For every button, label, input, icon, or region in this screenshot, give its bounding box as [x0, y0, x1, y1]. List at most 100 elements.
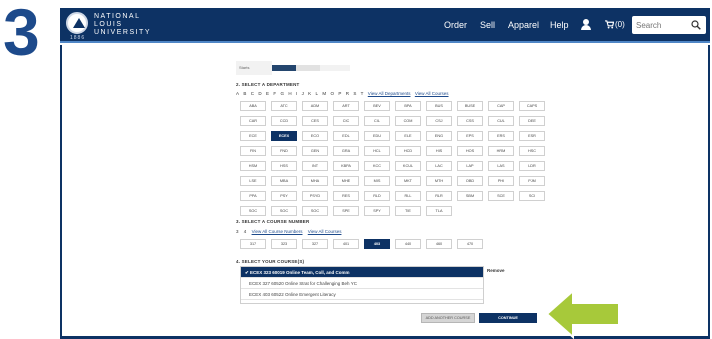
department-cell[interactable]: SPY — [364, 206, 390, 216]
department-cell[interactable]: CAR — [240, 116, 266, 126]
department-cell[interactable]: PSYD — [302, 191, 328, 201]
letter-filter[interactable]: C — [251, 91, 254, 96]
department-cell[interactable]: INT — [302, 161, 328, 171]
course-number-cell[interactable]: 317 — [240, 239, 266, 249]
department-cell[interactable]: RES — [333, 191, 359, 201]
department-cell[interactable]: TLA — [426, 206, 452, 216]
department-cell[interactable]: MHE — [333, 176, 359, 186]
search-box[interactable] — [632, 16, 706, 34]
department-cell[interactable]: CAPS — [519, 101, 545, 111]
department-cell[interactable]: ESR — [519, 131, 545, 141]
university-seal-icon[interactable] — [66, 12, 88, 34]
department-cell[interactable]: SCE — [488, 191, 514, 201]
letter-filter[interactable]: I — [296, 91, 297, 96]
letter-filter[interactable]: P — [338, 91, 341, 96]
department-cell[interactable]: OBD — [457, 176, 483, 186]
department-cell[interactable]: HCL — [364, 146, 390, 156]
department-cell[interactable]: CUL — [488, 116, 514, 126]
department-cell[interactable]: GEN — [302, 146, 328, 156]
department-cell[interactable]: ADM — [302, 101, 328, 111]
view-all-courses-link[interactable]: View All Courses — [415, 91, 449, 96]
department-cell[interactable]: HSC — [519, 146, 545, 156]
department-cell[interactable]: CSJ — [426, 116, 452, 126]
department-cell[interactable]: KCC — [364, 161, 390, 171]
nav-sell[interactable]: Sell — [480, 20, 495, 30]
department-cell[interactable]: KBPA — [333, 161, 359, 171]
department-cell[interactable]: ELE — [395, 131, 421, 141]
department-cell[interactable]: MTH — [426, 176, 452, 186]
department-cell[interactable]: PJM — [519, 176, 545, 186]
department-cell[interactable]: TIE — [395, 206, 421, 216]
term-selector[interactable]: Starts — [236, 61, 356, 75]
search-icon[interactable] — [691, 20, 701, 30]
letter-filter[interactable]: J — [302, 91, 304, 96]
department-cell[interactable]: ATC — [271, 101, 297, 111]
department-cell[interactable]: LAS — [488, 161, 514, 171]
nav-order[interactable]: Order — [444, 20, 467, 30]
view-all-departments-link[interactable]: View All Departments — [368, 91, 411, 96]
department-cell[interactable]: SBM — [457, 191, 483, 201]
course-number-cell-selected[interactable]: 403 — [364, 239, 390, 249]
course-number-cell[interactable]: 460 — [426, 239, 452, 249]
department-cell[interactable]: PHI — [488, 176, 514, 186]
letter-filter[interactable]: F — [273, 91, 276, 96]
digit-filter[interactable]: 4 — [244, 229, 247, 234]
course-number-cell[interactable]: 440 — [395, 239, 421, 249]
letter-filter[interactable]: D — [258, 91, 261, 96]
department-cell[interactable]: BPA — [395, 101, 421, 111]
letter-filter[interactable]: O — [331, 91, 335, 96]
term-segment[interactable] — [320, 65, 350, 71]
department-cell[interactable]: BUS — [426, 101, 452, 111]
view-all-course-numbers-link[interactable]: View All Course Numbers — [252, 229, 303, 234]
department-cell[interactable]: KCUL — [395, 161, 421, 171]
department-cell[interactable]: SOC — [302, 206, 328, 216]
department-cell[interactable]: ART — [333, 101, 359, 111]
department-cell[interactable]: SCI — [519, 191, 545, 201]
letter-filter[interactable]: R — [346, 91, 349, 96]
nav-apparel[interactable]: Apparel — [508, 20, 539, 30]
course-number-cell[interactable]: 323 — [271, 239, 297, 249]
department-cell[interactable]: HOS — [457, 146, 483, 156]
course-list-item[interactable]: ECEX 403 60522 Online Emergent Literacy — [241, 289, 483, 300]
department-cell[interactable]: CES — [302, 116, 328, 126]
department-cell[interactable]: ABA — [240, 101, 266, 111]
letter-filter[interactable]: B — [243, 91, 246, 96]
letter-filter[interactable]: L — [316, 91, 319, 96]
department-cell[interactable]: GRA — [333, 146, 359, 156]
term-segment[interactable] — [296, 65, 320, 71]
cart-icon[interactable] — [605, 20, 614, 29]
department-cell[interactable]: HSM — [240, 161, 266, 171]
add-another-course-button[interactable]: ADD ANOTHER COURSE — [421, 313, 475, 323]
department-cell[interactable]: PPA — [240, 191, 266, 201]
department-cell[interactable]: CCD — [271, 116, 297, 126]
course-number-cell[interactable]: 401 — [333, 239, 359, 249]
cart-count[interactable]: (0) — [615, 20, 625, 29]
search-input[interactable] — [636, 18, 688, 32]
digit-filter[interactable]: 3 — [236, 229, 239, 234]
letter-filter[interactable]: M — [322, 91, 326, 96]
letter-filter[interactable]: A — [236, 91, 239, 96]
department-cell[interactable]: FIN — [240, 146, 266, 156]
department-cell[interactable]: BUSE — [457, 101, 483, 111]
course-list-item[interactable]: ECEX 327 60520 Online Strat for Challeng… — [241, 278, 483, 289]
department-cell[interactable]: PSY — [271, 191, 297, 201]
department-cell[interactable]: COM — [395, 116, 421, 126]
continue-button[interactable]: CONTINUE — [479, 313, 537, 323]
department-cell[interactable]: ENG — [426, 131, 452, 141]
department-cell[interactable]: ECO — [302, 131, 328, 141]
department-cell[interactable]: SPE — [333, 206, 359, 216]
department-cell[interactable]: LDR — [519, 161, 545, 171]
department-cell[interactable]: DEE — [519, 116, 545, 126]
department-cell[interactable]: ECE — [240, 131, 266, 141]
department-cell[interactable]: HSS — [271, 161, 297, 171]
department-cell[interactable]: HCD — [395, 146, 421, 156]
view-all-courses-link[interactable]: View All Courses — [308, 229, 342, 234]
letter-filter[interactable]: K — [308, 91, 311, 96]
department-cell-selected[interactable]: ECEX — [271, 131, 297, 141]
department-cell[interactable]: HIS — [426, 146, 452, 156]
course-number-cell[interactable]: 327 — [302, 239, 328, 249]
letter-filter[interactable]: E — [266, 91, 269, 96]
department-cell[interactable]: SOC — [271, 206, 297, 216]
department-cell[interactable]: FND — [271, 146, 297, 156]
term-segment-selected[interactable] — [272, 65, 296, 71]
